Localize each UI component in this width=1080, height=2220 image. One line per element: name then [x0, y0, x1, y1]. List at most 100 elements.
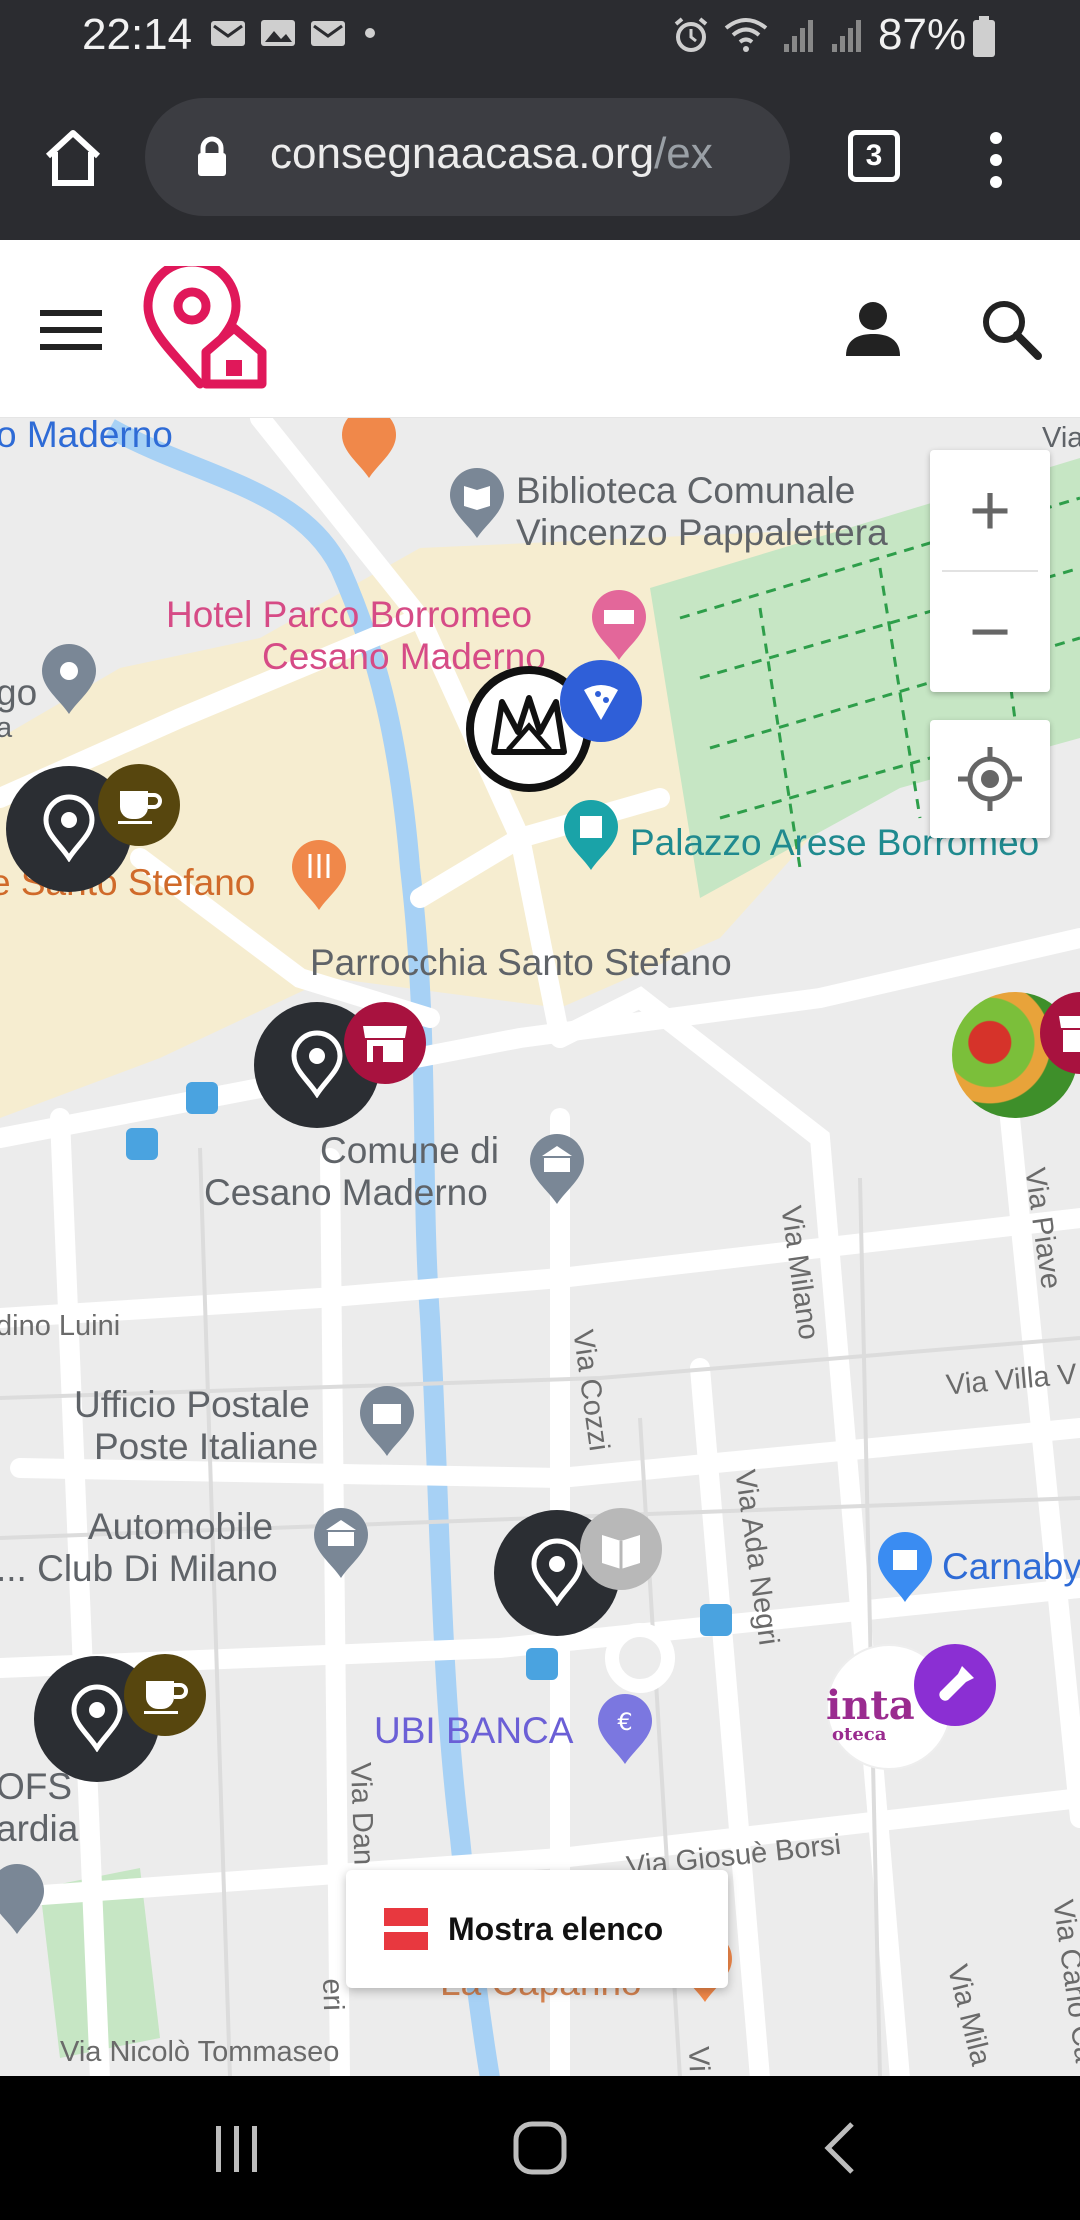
map-label: Biblioteca Comunale: [516, 470, 856, 511]
store-marker-fruit[interactable]: [952, 992, 1080, 1118]
battery-icon: [973, 16, 995, 57]
url-path: /ex: [654, 129, 713, 178]
map-label: Comune di: [320, 1130, 499, 1171]
user-account-icon[interactable]: [844, 300, 902, 358]
svg-text:€: €: [617, 1708, 632, 1736]
map-label: Ufficio Postale: [74, 1384, 310, 1425]
wine-badge-icon: [914, 1644, 996, 1726]
bus-stop-icon[interactable]: [700, 1604, 732, 1636]
my-location-button[interactable]: [930, 720, 1050, 838]
store-marker-shop[interactable]: [254, 1002, 426, 1128]
store-marker-wine[interactable]: inta oteca: [826, 1644, 996, 1770]
museum-pin-icon[interactable]: [312, 1508, 370, 1580]
show-list-button[interactable]: Mostra elenco: [346, 1870, 728, 1988]
site-header: [0, 240, 1080, 418]
home-icon[interactable]: [42, 128, 104, 188]
store-marker-cafe[interactable]: [34, 1654, 206, 1782]
map-label: Automobile: [88, 1506, 274, 1547]
url-bar[interactable]: consegnaacasa.org/ex: [145, 98, 790, 216]
bus-stop-icon[interactable]: [186, 1082, 218, 1114]
search-icon[interactable]: [980, 298, 1042, 360]
show-list-label: Mostra elenco: [448, 1910, 664, 1947]
pizza-badge-icon: [560, 660, 642, 742]
shop-badge-icon: [1040, 992, 1080, 1074]
vintage-logo-text: inta: [826, 1682, 915, 1729]
hotel-pin-icon[interactable]: [590, 590, 648, 662]
site-logo[interactable]: [140, 266, 270, 394]
map-label: dino Luini: [0, 1310, 121, 1342]
book-badge-icon: [580, 1508, 662, 1590]
post-office-pin-icon[interactable]: [358, 1386, 416, 1458]
browser-toolbar: consegnaacasa.org/ex 3: [0, 78, 1080, 240]
zoom-out-button[interactable]: −: [930, 571, 1050, 692]
map-label: Parrocchia Santo Stefano: [310, 942, 732, 983]
map-label: Via Nicolò Tommaseo: [60, 2036, 340, 2068]
url-domain: consegnaacasa.org: [270, 129, 655, 178]
wifi-icon: [724, 18, 768, 52]
map-label: a: [0, 712, 13, 744]
map-label: o Maderno: [0, 418, 173, 455]
generic-pin-icon[interactable]: [0, 1864, 46, 1936]
dot-icon: [365, 28, 375, 38]
map-label: Via: [1042, 422, 1080, 454]
zoom-in-button[interactable]: +: [930, 450, 1050, 571]
hamburger-menu-icon[interactable]: [38, 306, 104, 354]
location-pin-icon: [291, 1030, 343, 1098]
store-marker-books[interactable]: [494, 1508, 662, 1636]
signal-icon: [832, 20, 861, 52]
location-pin-icon: [43, 794, 95, 862]
system-navigation-bar: [0, 2076, 1080, 2220]
coffee-badge-icon: [98, 764, 180, 846]
shopping-pin-icon[interactable]: [876, 1532, 934, 1604]
map-label: ardia: [0, 1808, 79, 1849]
list-icon: [384, 1908, 428, 1950]
bus-stop-icon[interactable]: [526, 1648, 558, 1680]
map-label: Carnaby: [942, 1546, 1080, 1587]
home-nav-icon[interactable]: [512, 2120, 568, 2176]
map-label: eri: [316, 1977, 350, 2012]
map-label: ... Club Di Milano: [0, 1548, 278, 1589]
town-hall-pin-icon[interactable]: [528, 1134, 586, 1206]
map-label: Via Dan: [344, 1761, 380, 1866]
vintage-logo-subtext: oteca: [832, 1724, 887, 1745]
coffee-badge-icon: [124, 1654, 206, 1736]
alarm-icon: [674, 17, 708, 52]
status-time: 22:14: [82, 10, 193, 59]
zoom-controls: + −: [930, 450, 1050, 692]
map-label: OFS: [0, 1766, 73, 1807]
map-label: Cesano Maderno: [262, 636, 546, 677]
bus-stop-icon[interactable]: [126, 1128, 158, 1160]
zoom-out-label: −: [968, 591, 1012, 672]
crown-logo-icon: [491, 695, 567, 755]
restaurant-pin-icon[interactable]: [290, 840, 348, 912]
map-view[interactable]: € o Maderno Biblioteca Comunale Vincenzo…: [0, 418, 1080, 2076]
more-options-icon[interactable]: [984, 130, 1008, 190]
library-pin-icon[interactable]: [448, 468, 506, 540]
generic-pin-icon[interactable]: [40, 644, 98, 716]
bank-pin-icon[interactable]: €: [596, 1694, 654, 1766]
recent-apps-icon[interactable]: [212, 2124, 262, 2174]
gmail-icon: [311, 21, 345, 46]
tab-switcher-button[interactable]: 3: [848, 130, 900, 182]
lock-icon[interactable]: [195, 136, 229, 178]
map-label: Hotel Parco Borromeo: [166, 594, 533, 635]
map-label: Cesano Maderno: [204, 1172, 488, 1213]
signal-icon: [784, 20, 813, 52]
palace-pin-icon[interactable]: [562, 800, 620, 872]
map-label: Vi: [682, 2045, 715, 2073]
map-label: UBI BANCA: [374, 1710, 574, 1751]
gmail-icon: [211, 21, 245, 46]
store-marker-pizzeria[interactable]: [466, 660, 642, 792]
shop-badge-icon: [344, 1002, 426, 1084]
location-pin-icon: [71, 1684, 123, 1752]
zoom-in-label: +: [968, 470, 1012, 551]
tab-count: 3: [865, 139, 883, 172]
restaurant-pin-icon[interactable]: [340, 418, 398, 480]
map-label: go: [0, 672, 38, 713]
image-icon: [261, 20, 295, 46]
map-label: Poste Italiane: [94, 1426, 319, 1467]
store-marker-cafe[interactable]: [6, 764, 180, 892]
back-icon[interactable]: [820, 2120, 860, 2176]
url-text[interactable]: consegnaacasa.org/ex: [270, 129, 713, 179]
battery-percent: 87%: [878, 10, 967, 59]
